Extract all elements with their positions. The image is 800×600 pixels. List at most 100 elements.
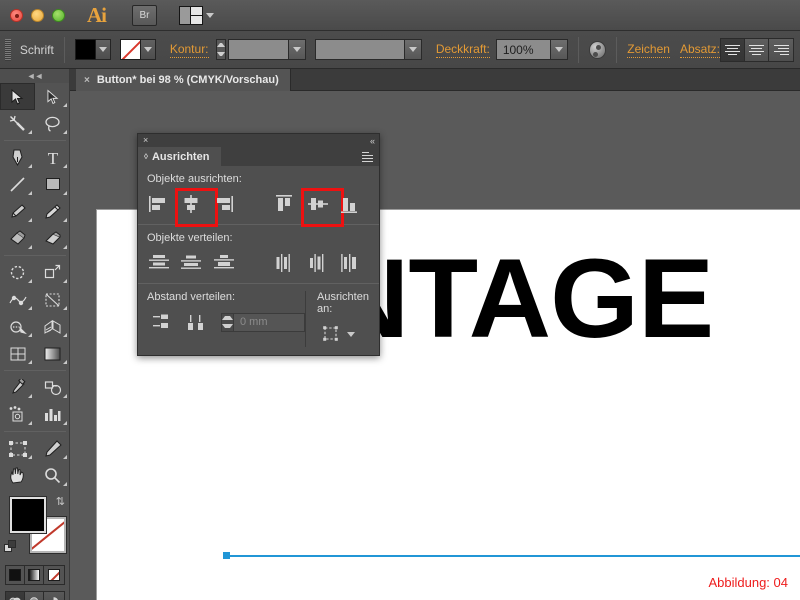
align-left-button[interactable]	[721, 38, 745, 61]
tab-ausrichten[interactable]: ◊ Ausrichten	[138, 147, 222, 166]
text-anchor-point[interactable]	[223, 552, 230, 559]
stroke-dropdown-button[interactable]	[140, 39, 156, 60]
rectangle-tool[interactable]	[35, 171, 70, 198]
tools-panel-grip[interactable]: ◄◄	[0, 69, 69, 83]
scale-tool[interactable]	[35, 259, 70, 286]
stroke-label: Kontur:	[169, 41, 209, 58]
gradient-tool[interactable]	[35, 340, 70, 367]
opacity-combo[interactable]: 100%	[495, 39, 568, 60]
magic-wand-tool[interactable]	[0, 110, 35, 137]
document-tab[interactable]: × Button* bei 98 % (CMYK/Vorschau)	[76, 69, 291, 91]
align-right-button[interactable]	[769, 38, 793, 61]
stroke-color-control[interactable]	[119, 39, 156, 60]
spacing-stepper[interactable]	[222, 313, 234, 331]
opacity-dropdown-button[interactable]	[549, 40, 567, 59]
spacing-value-field[interactable]: 0 mm	[221, 312, 305, 332]
distribute-objects-label: Objekte verteilen:	[147, 232, 233, 244]
color-mode-group	[4, 565, 65, 585]
window-controls	[10, 8, 65, 22]
stroke-weight-combo[interactable]	[228, 39, 306, 60]
stroke-profile-dropdown-button[interactable]	[403, 40, 421, 59]
paintbrush-tool[interactable]	[0, 198, 35, 225]
close-icon[interactable]: ×	[143, 136, 148, 145]
column-graph-tool[interactable]	[35, 401, 70, 428]
zoom-tool[interactable]	[35, 462, 70, 489]
zoom-window-button[interactable]	[52, 8, 65, 22]
align-horizontal-center-button[interactable]	[175, 188, 219, 227]
fill-color-control[interactable]	[74, 39, 111, 60]
draw-inside-button[interactable]	[44, 592, 64, 600]
eyedropper-tool[interactable]	[0, 374, 35, 401]
distribute-left-edges-button[interactable]	[273, 251, 297, 275]
align-left-edges-button[interactable]	[147, 192, 171, 216]
transparency-flyout-icon[interactable]	[588, 40, 607, 59]
artboard-tool[interactable]	[0, 435, 35, 462]
align-to-label: Ausrichten an:	[317, 291, 369, 315]
collapse-panel-icon[interactable]: «	[370, 136, 375, 146]
direct-selection-tool[interactable]	[35, 83, 70, 110]
rotate-tool[interactable]	[0, 259, 35, 286]
align-right-edges-button[interactable]	[212, 192, 236, 216]
distribute-horizontal-centers-button[interactable]	[305, 251, 329, 275]
arrange-documents-button[interactable]	[179, 5, 214, 25]
align-center-button[interactable]	[745, 38, 769, 61]
align-panel-tabrow: ◊ Ausrichten	[138, 147, 379, 166]
width-tool[interactable]	[0, 286, 35, 313]
control-bar-grip[interactable]	[5, 38, 11, 61]
pencil-tool[interactable]	[35, 198, 70, 225]
character-panel-link[interactable]: Zeichen	[627, 42, 670, 58]
align-to-row	[317, 321, 370, 347]
mesh-tool[interactable]	[0, 340, 35, 367]
distribute-vertical-spacing-button[interactable]	[147, 310, 175, 334]
chevron-down-icon[interactable]	[347, 331, 355, 337]
eraser-tool[interactable]	[35, 225, 70, 252]
default-fill-stroke-icon[interactable]	[4, 540, 17, 553]
panel-menu-icon[interactable]	[362, 151, 373, 162]
stroke-weight-stepper[interactable]	[215, 39, 227, 60]
stepper-down-icon	[222, 324, 233, 329]
chevron-down-icon	[408, 47, 417, 52]
type-tool[interactable]: T	[35, 144, 70, 171]
align-objects-row	[147, 188, 370, 227]
distribute-vertical-centers-button[interactable]	[179, 251, 203, 275]
distribute-top-edges-button[interactable]	[147, 251, 171, 275]
go-to-bridge-button[interactable]: Br	[132, 4, 157, 26]
gradient-mode-button[interactable]	[25, 566, 45, 584]
distribute-bottom-edges-button[interactable]	[212, 251, 236, 275]
paragraph-panel-link[interactable]: Absatz:	[679, 42, 720, 58]
none-mode-button[interactable]	[44, 566, 63, 584]
close-window-button[interactable]	[10, 8, 23, 22]
fill-color-swatch[interactable]	[9, 496, 47, 534]
selection-tool[interactable]	[0, 83, 35, 110]
stroke-weight-dropdown-button[interactable]	[288, 40, 305, 59]
lasso-tool[interactable]	[35, 110, 70, 137]
align-panel[interactable]: × « ◊ Ausrichten Objekte ausrichten: Obj…	[137, 133, 380, 356]
hand-tool[interactable]	[0, 462, 35, 489]
fill-swatch[interactable]	[74, 39, 96, 60]
align-bottom-edges-button[interactable]	[338, 192, 362, 216]
stroke-profile-combo[interactable]	[315, 39, 422, 60]
align-to-selection-button[interactable]	[317, 322, 345, 346]
minimize-window-button[interactable]	[31, 8, 44, 22]
swap-fill-stroke-icon[interactable]: ⇅	[56, 495, 65, 508]
line-segment-tool[interactable]	[0, 171, 35, 198]
blend-tool[interactable]	[35, 374, 70, 401]
pen-tool[interactable]	[0, 144, 35, 171]
align-vertical-center-button[interactable]	[301, 188, 345, 227]
shape-builder-tool[interactable]	[0, 313, 35, 340]
fill-dropdown-button[interactable]	[95, 39, 111, 60]
distribute-horizontal-spacing-button[interactable]	[183, 310, 211, 334]
close-icon[interactable]: ×	[84, 75, 90, 86]
draw-normal-button[interactable]	[5, 592, 25, 600]
slice-tool[interactable]	[35, 435, 70, 462]
draw-behind-button[interactable]	[24, 592, 45, 600]
distribute-right-edges-button[interactable]	[338, 251, 362, 275]
align-top-edges-button[interactable]	[273, 192, 297, 216]
stroke-swatch-none[interactable]	[119, 39, 141, 60]
blob-brush-tool[interactable]	[0, 225, 35, 252]
color-mode-button[interactable]	[6, 566, 25, 584]
stepper-up-icon	[216, 42, 226, 47]
free-transform-tool[interactable]	[35, 286, 70, 313]
perspective-grid-tool[interactable]	[35, 313, 70, 340]
symbol-sprayer-tool[interactable]	[0, 401, 35, 428]
